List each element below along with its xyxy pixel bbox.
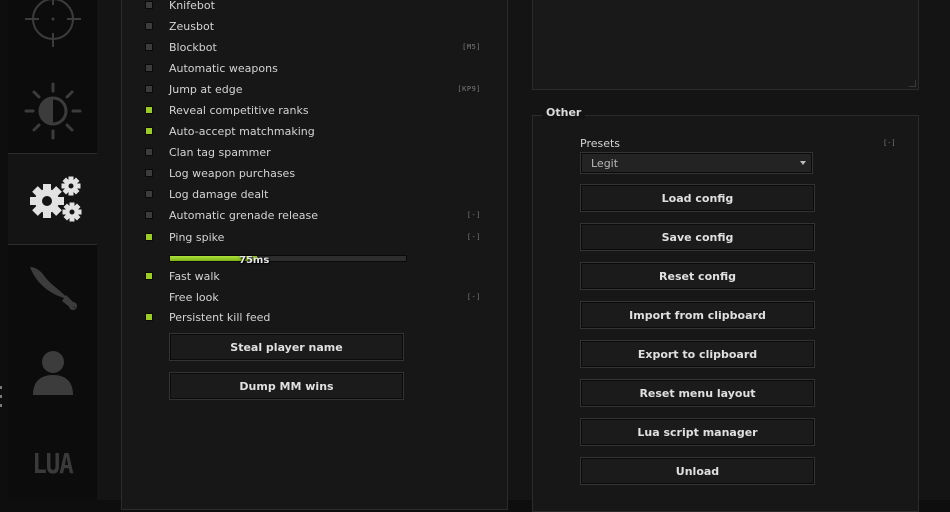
checkbox[interactable] xyxy=(145,293,153,301)
checkbox[interactable] xyxy=(145,233,153,241)
checkbox-label: Ping spike xyxy=(169,230,225,244)
window-edge-marks xyxy=(0,380,3,420)
tab-visuals[interactable] xyxy=(8,68,97,153)
checkbox-label: Log damage dealt xyxy=(169,187,269,201)
presets-selected-value: Legit xyxy=(591,156,619,170)
checkbox[interactable] xyxy=(145,190,153,198)
checkbox[interactable] xyxy=(145,1,153,9)
slider-value: 75ms xyxy=(239,255,270,266)
checkbox-row[interactable]: Ping spike [-] xyxy=(145,229,485,245)
resize-grip-icon[interactable] xyxy=(909,80,916,87)
other-groupbox-title: Other xyxy=(542,106,586,119)
checkbox-row[interactable]: Blockbot [M5] xyxy=(145,39,485,55)
user-icon xyxy=(31,349,75,397)
checkbox-label: Free look xyxy=(169,290,219,304)
checkbox-row[interactable]: Knifebot xyxy=(145,0,485,13)
checkbox-row[interactable]: Jump at edge [KP9] xyxy=(145,81,485,97)
checkbox-row[interactable]: Fast walk xyxy=(145,268,485,284)
checkbox[interactable] xyxy=(145,313,153,321)
checkbox-row[interactable]: Reveal competitive ranks xyxy=(145,102,485,118)
checkbox[interactable] xyxy=(145,272,153,280)
tab-bar: LUA xyxy=(8,0,104,500)
checkbox[interactable] xyxy=(145,106,153,114)
reset-menu-layout-button[interactable]: Reset menu layout xyxy=(580,379,815,407)
checkbox-label: Jump at edge xyxy=(169,82,243,96)
presets-hotkey[interactable]: [-] xyxy=(883,139,896,147)
checkbox-row[interactable]: Automatic grenade release [-] xyxy=(145,207,485,223)
checkbox-label: Log weapon purchases xyxy=(169,166,296,180)
lua-icon: LUA xyxy=(32,447,73,481)
save-config-button[interactable]: Save config xyxy=(580,223,815,251)
checkbox-row[interactable]: Persistent kill feed xyxy=(145,309,485,325)
ping-spike-slider[interactable] xyxy=(169,255,407,262)
karambit-knife-icon xyxy=(26,261,80,311)
load-config-button[interactable]: Load config xyxy=(580,184,815,212)
hotkey-hint[interactable]: [-] xyxy=(467,293,481,301)
checkbox[interactable] xyxy=(145,148,153,156)
crosshair-icon xyxy=(24,0,81,47)
checkbox-row[interactable]: Log weapon purchases xyxy=(145,165,485,181)
checkbox-row[interactable]: Zeusbot xyxy=(145,18,485,34)
presets-dropdown[interactable]: Legit xyxy=(580,152,813,174)
checkbox-label: Automatic grenade release xyxy=(169,208,319,222)
checkbox[interactable] xyxy=(145,127,153,135)
checkbox[interactable] xyxy=(145,22,153,30)
checkbox-row[interactable]: Auto-accept matchmaking xyxy=(145,123,485,139)
checkbox-label: Reveal competitive ranks xyxy=(169,103,309,117)
dump-mm-wins-button[interactable]: Dump MM wins xyxy=(169,372,404,400)
steal-player-name-button[interactable]: Steal player name xyxy=(169,333,404,361)
lua-textbox[interactable] xyxy=(532,0,919,90)
checkbox-label: Clan tag spammer xyxy=(169,145,271,159)
unload-button[interactable]: Unload xyxy=(580,457,815,485)
checkbox-label: Zeusbot xyxy=(169,19,215,33)
tab-misc[interactable] xyxy=(8,153,104,245)
lua-script-manager-button[interactable]: Lua script manager xyxy=(580,418,815,446)
hotkey-hint[interactable]: [-] xyxy=(467,233,481,241)
checkbox[interactable] xyxy=(145,43,153,51)
export-to-clipboard-button[interactable]: Export to clipboard xyxy=(580,340,815,368)
checkbox-row[interactable]: Clan tag spammer xyxy=(145,144,485,160)
presets-label: Presets xyxy=(580,137,621,150)
checkbox-label: Knifebot xyxy=(169,0,215,12)
checkbox[interactable] xyxy=(145,211,153,219)
brightness-icon xyxy=(24,82,82,140)
checkbox-label: Fast walk xyxy=(169,269,220,283)
import-from-clipboard-button[interactable]: Import from clipboard xyxy=(580,301,815,329)
hotkey-hint[interactable]: [M5] xyxy=(462,43,481,51)
checkbox-row[interactable]: Automatic weapons xyxy=(145,60,485,76)
gears-icon xyxy=(28,174,84,224)
hotkey-hint[interactable]: [KP9] xyxy=(457,85,481,93)
checkbox-label: Persistent kill feed xyxy=(169,310,271,324)
chevron-down-icon xyxy=(800,161,806,165)
checkbox[interactable] xyxy=(145,64,153,72)
tab-skins[interactable] xyxy=(8,243,97,328)
reset-config-button[interactable]: Reset config xyxy=(580,262,815,290)
hotkey-hint[interactable]: [-] xyxy=(467,211,481,219)
tab-rage[interactable] xyxy=(8,0,97,68)
tab-players[interactable] xyxy=(8,328,97,418)
checkbox[interactable] xyxy=(145,85,153,93)
checkbox-label: Automatic weapons xyxy=(169,61,278,75)
tab-lua[interactable]: LUA xyxy=(8,428,97,500)
misc-page: Knifebot Zeusbot Blockbot [M5] Automatic wea… xyxy=(97,0,950,512)
checkbox-row[interactable]: Free look [-] xyxy=(145,289,485,305)
checkbox[interactable] xyxy=(145,169,153,177)
checkbox-label: Auto-accept matchmaking xyxy=(169,124,315,138)
checkbox-row[interactable]: Log damage dealt xyxy=(145,186,485,202)
checkbox-label: Blockbot xyxy=(169,40,217,54)
